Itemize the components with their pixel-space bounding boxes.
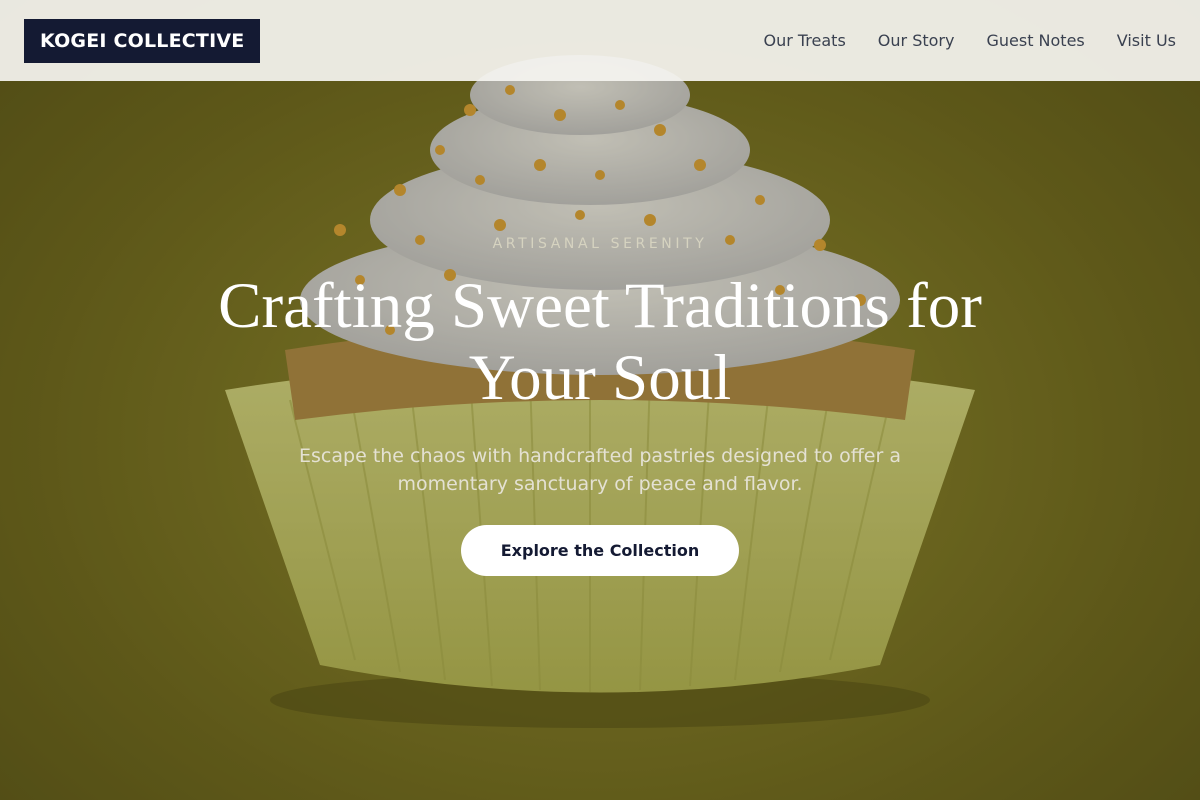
explore-collection-button[interactable]: Explore the Collection (460, 525, 740, 576)
main-nav: Our Treats Our Story Guest Notes Visit U… (763, 31, 1176, 50)
hero-headline: Crafting Sweet Traditions for Your Soul (218, 270, 982, 414)
hero-eyebrow: ARTISANAL SERENITY (492, 236, 708, 252)
brand-logo[interactable]: KOGEI COLLECTIVE (24, 18, 261, 63)
nav-link-our-treats[interactable]: Our Treats (763, 31, 845, 50)
nav-link-our-story[interactable]: Our Story (878, 31, 955, 50)
nav-link-visit-us[interactable]: Visit Us (1117, 31, 1176, 50)
nav-link-guest-notes[interactable]: Guest Notes (986, 31, 1084, 50)
hero-content: ARTISANAL SERENITY Crafting Sweet Tradit… (0, 236, 1200, 576)
site-header: KOGEI COLLECTIVE Our Treats Our Story Gu… (0, 0, 1200, 81)
hero-subtitle: Escape the chaos with handcrafted pastri… (299, 445, 901, 495)
